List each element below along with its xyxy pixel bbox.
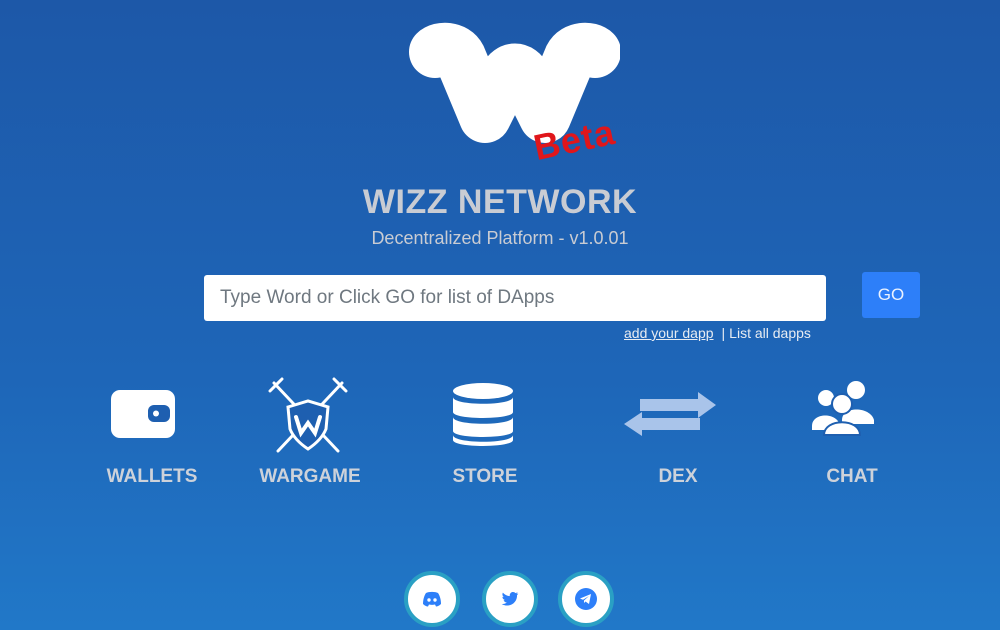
nav-label-wallets: WALLETS — [106, 466, 198, 487]
nav-label-dex: DEX — [658, 466, 698, 487]
nav-label-wargame: WARGAME — [259, 466, 361, 487]
wallet-icon — [110, 389, 176, 444]
nav-item-wallets[interactable]: WALLETS — [72, 385, 232, 495]
twitter-icon — [501, 592, 519, 606]
nav-label-store: STORE — [452, 466, 518, 487]
discord-button[interactable] — [404, 571, 460, 627]
nav-label-chat: CHAT — [826, 466, 878, 487]
database-icon — [451, 382, 515, 453]
nav-item-wargame[interactable]: WARGAME — [230, 375, 390, 495]
link-separator: | — [721, 325, 726, 341]
discord-icon — [423, 591, 441, 607]
page-title: WIZZ NETWORK — [362, 183, 638, 221]
nav-item-store[interactable]: STORE — [405, 380, 565, 495]
twitter-button[interactable] — [482, 571, 538, 627]
exchange-arrows-icon — [622, 389, 718, 442]
telegram-button[interactable] — [558, 571, 614, 627]
add-your-dapp-link[interactable]: add your dapp — [624, 325, 714, 341]
page-subtitle: Decentralized Platform - v1.0.01 — [371, 228, 629, 248]
users-icon — [808, 380, 878, 441]
dapp-links: add your dapp | List all dapps — [624, 325, 811, 341]
go-button[interactable]: GO — [862, 272, 920, 318]
nav-item-chat[interactable]: CHAT — [772, 380, 932, 495]
telegram-icon — [575, 588, 597, 610]
nav-item-dex[interactable]: DEX — [598, 385, 758, 495]
list-all-dapps-link[interactable]: List all dapps — [729, 325, 811, 341]
dapp-search-input[interactable] — [204, 275, 826, 321]
crossed-swords-shield-icon — [268, 377, 348, 462]
